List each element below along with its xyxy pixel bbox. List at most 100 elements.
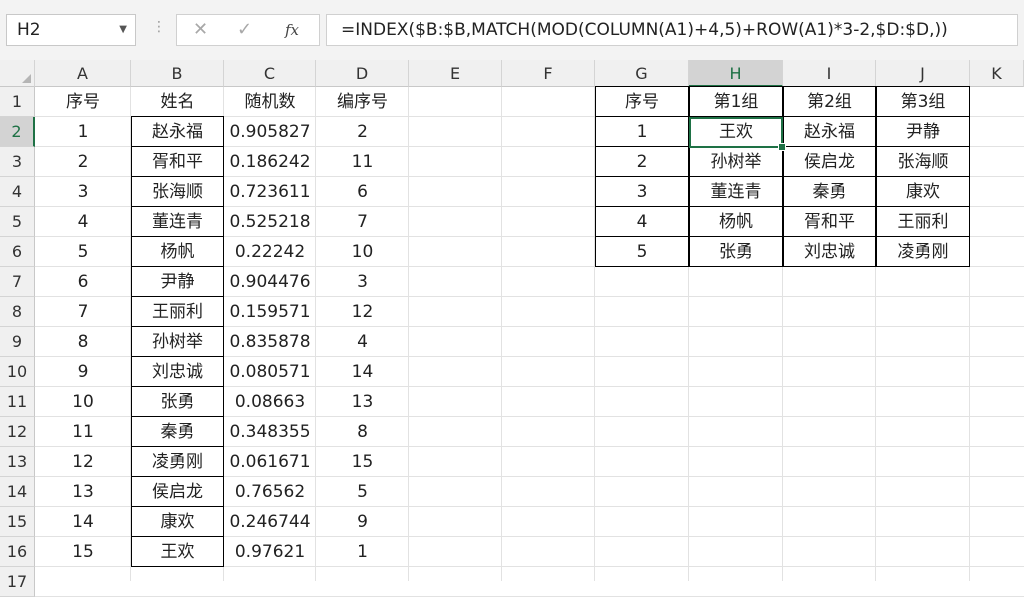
drag-handle-icon[interactable]: ⋮ (152, 19, 167, 35)
right-table-cell[interactable]: 凌勇刚 (876, 237, 970, 267)
left-table-cell[interactable]: 康欢 (131, 507, 224, 537)
left-table-cell[interactable]: 孙树举 (131, 327, 224, 357)
left-table-cell[interactable]: 3 (316, 267, 409, 297)
cancel-icon[interactable]: ✕ (193, 15, 208, 45)
row-header-15[interactable]: 16 (0, 537, 35, 567)
left-table-cell[interactable]: 5 (316, 477, 409, 507)
left-table-header-cell[interactable]: 编序号 (316, 87, 409, 117)
row-header-14[interactable]: 15 (0, 507, 35, 537)
left-table-cell[interactable]: 1 (35, 117, 131, 147)
right-table-cell[interactable]: 刘忠诚 (783, 237, 876, 267)
select-all-corner[interactable] (0, 60, 35, 87)
row-header-5[interactable]: 6 (0, 237, 35, 267)
left-table-header-cell[interactable]: 随机数 (224, 87, 316, 117)
left-table-cell[interactable]: 8 (316, 417, 409, 447)
left-table-cell[interactable]: 2 (316, 117, 409, 147)
left-table-cell[interactable]: 2 (35, 147, 131, 177)
left-table-cell[interactable]: 王丽利 (131, 297, 224, 327)
column-header-4[interactable]: E (409, 60, 502, 87)
name-box[interactable]: H2 ▼ (6, 14, 136, 46)
left-table-cell[interactable]: 13 (316, 387, 409, 417)
right-table-cell[interactable]: 董连青 (689, 177, 783, 207)
right-table-cell[interactable]: 张海顺 (876, 147, 970, 177)
left-table-cell[interactable]: 张勇 (131, 387, 224, 417)
left-table-cell[interactable]: 9 (35, 357, 131, 387)
row-header-6[interactable]: 7 (0, 267, 35, 297)
left-table-cell[interactable]: 胥和平 (131, 147, 224, 177)
fill-handle[interactable] (778, 143, 786, 151)
right-table-cell[interactable]: 2 (595, 147, 689, 177)
left-table-cell[interactable]: 12 (35, 447, 131, 477)
active-cell-indicator[interactable] (689, 117, 783, 148)
row-header-7[interactable]: 8 (0, 297, 35, 327)
right-table-cell[interactable]: 王丽利 (876, 207, 970, 237)
left-table-cell[interactable]: 0.159571 (224, 297, 316, 327)
left-table-cell[interactable]: 凌勇刚 (131, 447, 224, 477)
column-header-9[interactable]: J (876, 60, 970, 87)
left-table-cell[interactable]: 赵永福 (131, 117, 224, 147)
left-table-cell[interactable]: 7 (316, 207, 409, 237)
right-table-cell[interactable]: 5 (595, 237, 689, 267)
left-table-header-cell[interactable]: 序号 (35, 87, 131, 117)
left-table-cell[interactable]: 4 (316, 327, 409, 357)
column-header-5[interactable]: F (502, 60, 595, 87)
left-table-cell[interactable]: 0.904476 (224, 267, 316, 297)
left-table-cell[interactable]: 0.246744 (224, 507, 316, 537)
right-table-cell[interactable]: 1 (595, 117, 689, 147)
column-header-2[interactable]: C (224, 60, 316, 87)
left-table-cell[interactable]: 0.76562 (224, 477, 316, 507)
right-table-header-cell[interactable]: 第2组 (783, 87, 876, 117)
right-table-header-cell[interactable]: 序号 (595, 87, 689, 117)
formula-input[interactable]: =INDEX($B:$B,MATCH(MOD(COLUMN(A1)+4,5)+R… (326, 14, 1018, 46)
right-table-cell[interactable]: 尹静 (876, 117, 970, 147)
left-table-cell[interactable]: 尹静 (131, 267, 224, 297)
left-table-cell[interactable]: 0.525218 (224, 207, 316, 237)
row-header-9[interactable]: 10 (0, 357, 35, 387)
left-table-cell[interactable]: 0.186242 (224, 147, 316, 177)
left-table-cell[interactable]: 刘忠诚 (131, 357, 224, 387)
right-table-cell[interactable]: 侯启龙 (783, 147, 876, 177)
column-header-1[interactable]: B (131, 60, 224, 87)
left-table-cell[interactable]: 10 (35, 387, 131, 417)
left-table-cell[interactable]: 8 (35, 327, 131, 357)
left-table-cell[interactable]: 6 (35, 267, 131, 297)
column-header-6[interactable]: G (595, 60, 689, 87)
column-header-0[interactable]: A (35, 60, 131, 87)
spreadsheet-grid[interactable]: A B C D E F G H I J K 1 2 3 4 5 6 7 8 9 10 11 12 13 14 15 16 17 序号 姓名… (0, 60, 1024, 597)
left-table-cell[interactable]: 14 (316, 357, 409, 387)
row-header-10[interactable]: 11 (0, 387, 35, 417)
left-table-cell[interactable]: 秦勇 (131, 417, 224, 447)
right-table-cell[interactable]: 胥和平 (783, 207, 876, 237)
left-table-cell[interactable]: 10 (316, 237, 409, 267)
left-table-cell[interactable]: 0.905827 (224, 117, 316, 147)
right-table-header-cell[interactable]: 第3组 (876, 87, 970, 117)
row-header-12[interactable]: 13 (0, 447, 35, 477)
check-icon[interactable]: ✓ (237, 15, 252, 45)
left-table-cell[interactable]: 15 (316, 447, 409, 477)
left-table-header-cell[interactable]: 姓名 (131, 87, 224, 117)
left-table-cell[interactable]: 0.080571 (224, 357, 316, 387)
insert-function-icon[interactable]: fx (285, 15, 299, 45)
column-header-3[interactable]: D (316, 60, 409, 87)
right-table-cell[interactable]: 秦勇 (783, 177, 876, 207)
left-table-cell[interactable]: 王欢 (131, 537, 224, 567)
left-table-cell[interactable]: 11 (35, 417, 131, 447)
left-table-cell[interactable]: 6 (316, 177, 409, 207)
left-table-cell[interactable]: 7 (35, 297, 131, 327)
left-table-cell[interactable]: 5 (35, 237, 131, 267)
left-table-cell[interactable]: 15 (35, 537, 131, 567)
row-header-0[interactable]: 1 (0, 87, 35, 117)
left-table-cell[interactable]: 11 (316, 147, 409, 177)
column-header-7[interactable]: H (689, 60, 783, 87)
right-table-cell[interactable]: 孙树举 (689, 147, 783, 177)
left-table-cell[interactable]: 0.08663 (224, 387, 316, 417)
row-header-1[interactable]: 2 (0, 117, 35, 147)
left-table-cell[interactable]: 0.97621 (224, 537, 316, 567)
left-table-cell[interactable]: 0.723611 (224, 177, 316, 207)
left-table-cell[interactable]: 13 (35, 477, 131, 507)
left-table-cell[interactable]: 杨帆 (131, 237, 224, 267)
left-table-cell[interactable]: 0.348355 (224, 417, 316, 447)
right-table-cell[interactable]: 4 (595, 207, 689, 237)
left-table-cell[interactable]: 0.061671 (224, 447, 316, 477)
left-table-cell[interactable]: 0.835878 (224, 327, 316, 357)
